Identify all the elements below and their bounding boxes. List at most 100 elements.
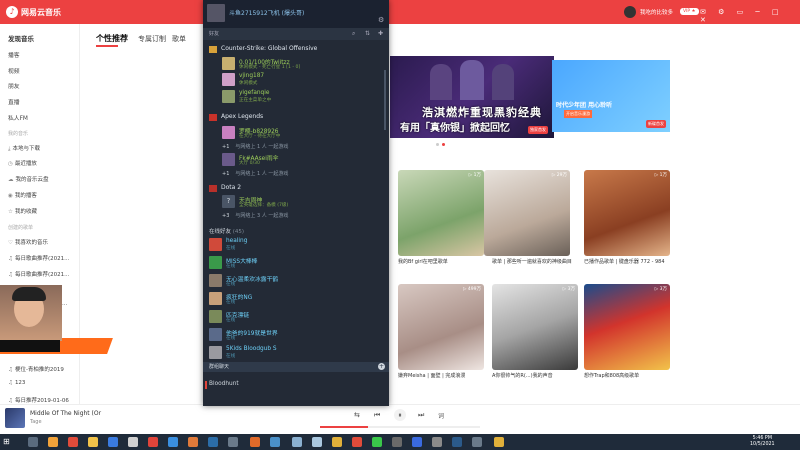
banner-main[interactable]: 浩淇燃炸重现黑豹经典 有用「真你银」掀起回忆 独家首发	[390, 56, 554, 138]
chat-room-item[interactable]: Bloodhunt	[209, 381, 239, 387]
playlist-item[interactable]: ♫ 123	[8, 380, 25, 386]
playlist-title[interactable]: 嫌弃Meisha | 面壁 | 完成浪漫	[398, 373, 488, 380]
playlist-card[interactable]: ▷ 1万	[398, 170, 484, 256]
taskbar-app-icon[interactable]	[148, 437, 158, 447]
steam-user-avatar[interactable]	[207, 4, 225, 22]
taskbar-app-icon[interactable]	[128, 437, 138, 447]
friend-name[interactable]: healing	[226, 238, 247, 244]
taskbar-app-icon[interactable]	[208, 437, 218, 447]
friend-avatar[interactable]	[222, 90, 235, 103]
wechat-icon[interactable]	[372, 437, 382, 447]
playlist-card[interactable]: ▷ 499万	[398, 284, 484, 370]
taskbar-app-icon[interactable]	[228, 437, 238, 447]
taskbar-app-icon[interactable]	[432, 437, 442, 447]
chrome-icon[interactable]	[332, 437, 342, 447]
sidebar-item-friends[interactable]: 朋友	[8, 81, 20, 90]
tab-exclusive[interactable]: 专属订制	[138, 34, 166, 44]
sidebar-item-cloud[interactable]: ☁ 我的音乐云盘	[8, 175, 49, 183]
steam-scrollbar[interactable]	[384, 70, 386, 130]
friend-avatar[interactable]	[209, 274, 222, 287]
shuffle-icon[interactable]: ⇆	[354, 411, 360, 419]
taskbar-app-icon[interactable]	[168, 437, 178, 447]
question-avatar-icon[interactable]: ?	[222, 195, 235, 208]
taskbar-app-icon[interactable]	[392, 437, 402, 447]
taskbar-app-icon[interactable]	[472, 437, 482, 447]
next-icon[interactable]: ⏭	[418, 411, 424, 420]
pause-icon[interactable]: ⏸	[394, 409, 406, 421]
taskbar-app-icon[interactable]	[48, 437, 58, 447]
playlist-card[interactable]: ▷ 1万	[584, 170, 670, 256]
taskbar-app-icon[interactable]	[292, 437, 302, 447]
playlist-item[interactable]: ♫ 每日推荐2019-01-06	[8, 396, 69, 404]
search-icon[interactable]: ⌕	[352, 30, 355, 38]
friend-avatar[interactable]	[209, 292, 222, 305]
taskbar-app-icon[interactable]	[412, 437, 422, 447]
sidebar-item-discover[interactable]: 发现音乐	[8, 33, 34, 43]
song-artist[interactable]: Tage	[30, 419, 42, 425]
game-group-title[interactable]: Apex Legends	[221, 113, 263, 120]
add-friend-icon[interactable]: ✚	[378, 30, 383, 37]
gear-icon[interactable]: ⚙	[378, 16, 384, 24]
more-players[interactable]: +3 与网络上 3 人 一起游戏	[222, 212, 288, 219]
playlist-card[interactable]: ▷ 29万	[484, 170, 570, 256]
taskbar-app-icon[interactable]	[352, 437, 362, 447]
friend-name[interactable]: yigefanqie	[239, 90, 269, 96]
friend-name[interactable]: vjing187	[239, 73, 264, 79]
taskbar-app-icon[interactable]	[494, 437, 504, 447]
playlist-item[interactable]: ♫ 每日歌曲推荐(2021...	[8, 254, 69, 262]
sidebar-item-my-podcast[interactable]: ◉ 我的播客	[8, 191, 37, 199]
online-friends-header[interactable]: 在线好友 (45)	[209, 227, 244, 235]
window-controls[interactable]: ✉ ⚙ ▭ ─ □ ✕	[700, 8, 800, 24]
friend-avatar[interactable]	[222, 126, 235, 139]
add-chat-icon[interactable]: +	[378, 363, 385, 370]
tab-personal-recommend[interactable]: 个性推荐	[96, 33, 128, 44]
more-players[interactable]: +1 与网络上 1 人 一起游戏	[222, 143, 288, 150]
album-cover[interactable]	[5, 408, 25, 428]
tab-playlists[interactable]: 歌单	[172, 34, 186, 44]
sidebar-item-podcast[interactable]: 播客	[8, 50, 20, 59]
sidebar-item-recent[interactable]: ◷ 最近播放	[8, 159, 37, 167]
game-group-title[interactable]: Dota 2	[221, 184, 241, 191]
playlist-card[interactable]: ▷ 3万	[584, 284, 670, 370]
steam-taskbar-icon[interactable]	[452, 437, 462, 447]
sidebar-item-video[interactable]: 视频	[8, 66, 20, 75]
friend-avatar[interactable]	[209, 256, 222, 269]
taskbar-app-icon[interactable]	[250, 437, 260, 447]
friend-avatar[interactable]	[209, 310, 222, 323]
carousel-dot-active[interactable]	[442, 143, 445, 146]
friend-avatar[interactable]	[222, 153, 235, 166]
friend-avatar[interactable]	[209, 328, 222, 341]
playlist-liked[interactable]: ♡ 我喜欢的音乐	[8, 238, 48, 246]
sidebar-item-local[interactable]: ⤓ 本地与下载	[8, 144, 40, 153]
playlist-title[interactable]: A你很帅气的R(...)我的声音	[492, 373, 582, 380]
playlist-item[interactable]: ♫ 每日歌曲推荐(2021...	[8, 270, 69, 278]
friend-avatar[interactable]	[222, 57, 235, 70]
sidebar-item-collection[interactable]: ☆ 我的收藏	[8, 207, 37, 215]
game-group-title[interactable]: Counter-Strike: Global Offensive	[221, 45, 317, 52]
playlist-title[interactable]: 已播作品歌单 | 键盘乐器 772 - 984	[584, 259, 674, 266]
lyrics-icon[interactable]: 词	[438, 411, 444, 420]
playlist-title[interactable]: 我的Bf girl在吧里歌单	[398, 259, 488, 266]
carousel-dot[interactable]	[436, 143, 439, 146]
taskbar-app-icon[interactable]	[312, 437, 322, 447]
progress-bar[interactable]	[320, 426, 480, 428]
banner-secondary[interactable]: 时代少年团 用心聆听 开启音乐漫游 新碟首发	[552, 60, 670, 132]
user-avatar[interactable]	[624, 6, 636, 18]
taskbar-clock[interactable]: 5:46 PM 10/5/2021	[750, 436, 775, 448]
sidebar-item-live[interactable]: 直播	[8, 97, 20, 106]
previous-icon[interactable]: ⏮	[374, 411, 380, 420]
friend-avatar[interactable]	[209, 238, 222, 251]
vip-badge[interactable]: VIP ★	[680, 8, 699, 15]
steam-user-name[interactable]: 斗鱼2715912飞机 (爆头哥)	[229, 8, 304, 17]
group-chat-bar[interactable]: 群组聊天 +	[203, 362, 389, 372]
user-name[interactable]: 我吃的比较多	[640, 8, 673, 16]
song-title[interactable]: Middle Of The Night (Or	[30, 410, 101, 417]
taskbar-app-icon[interactable]	[108, 437, 118, 447]
more-players[interactable]: +1 与网络上 1 人 一起游戏	[222, 170, 288, 177]
playlist-title[interactable]: 想作Trap和808高级歌单	[584, 373, 674, 380]
sidebar-item-fm[interactable]: 私人FM	[8, 113, 28, 122]
taskbar-app-icon[interactable]	[88, 437, 98, 447]
friend-avatar[interactable]	[209, 346, 222, 359]
sort-icon[interactable]: ⇅	[365, 30, 370, 37]
playlist-item[interactable]: ♫ 梗位-青柏推的2019	[8, 365, 64, 373]
